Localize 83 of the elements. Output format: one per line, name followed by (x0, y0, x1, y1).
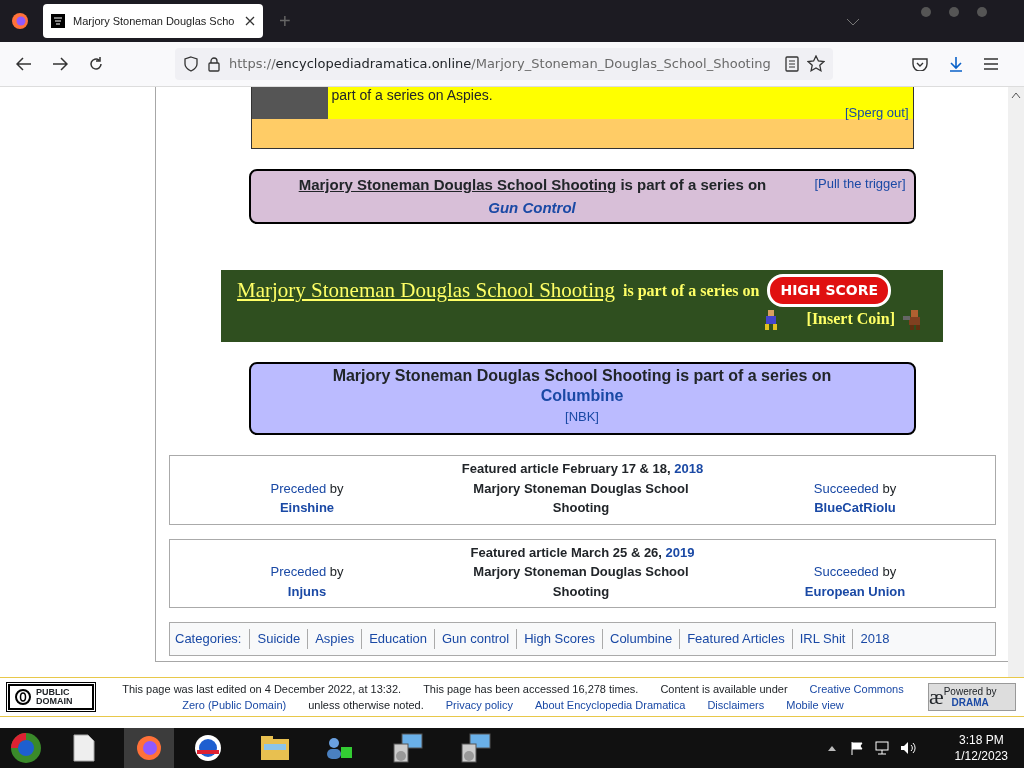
insert-coin-link[interactable]: [Insert Coin] (806, 307, 895, 331)
columbine-link[interactable]: Columbine (540, 387, 624, 404)
nav-label-link[interactable]: Preceded (270, 480, 327, 496)
article-title: Marjory Stoneman Douglas School Shooting (473, 564, 689, 599)
taskbar-clock[interactable]: 3:18 PM 1/12/2023 (954, 732, 1008, 764)
category-link[interactable]: Aspies (307, 629, 362, 649)
people-icon[interactable] (324, 735, 354, 761)
year-link[interactable]: 2018 (674, 461, 704, 476)
lock-icon[interactable] (207, 56, 221, 72)
category-link[interactable]: IRL Shit (791, 629, 853, 649)
series-heading: Marjory Stoneman Douglas School Shooting is part of a series on (331, 366, 833, 386)
series-text: part of a series on Aspies. (331, 87, 494, 103)
footer-link[interactable]: Zero (Public Domain) (182, 697, 287, 714)
footer-link[interactable]: About Encyclopedia Dramatica (535, 697, 686, 714)
article-link[interactable]: Injuns (287, 583, 327, 599)
nav-label-link[interactable]: Succeeded (813, 564, 879, 579)
year-link[interactable]: 2019 (665, 544, 695, 560)
network-icon[interactable] (874, 741, 890, 755)
star-icon[interactable] (807, 55, 825, 73)
series-link[interactable]: [NBK] (565, 409, 599, 424)
category-link[interactable]: 2018 (852, 629, 897, 649)
by-text: by (882, 480, 897, 496)
chevron-down-icon[interactable] (845, 18, 860, 26)
by-text: by (882, 564, 897, 579)
folder-icon[interactable] (260, 735, 290, 761)
footer-link[interactable]: Mobile view (786, 697, 844, 714)
high-score-logo[interactable]: HIGH SCORE (767, 274, 892, 307)
featured-heading: Featured article March 25 & 26, (470, 544, 662, 560)
by-text: by (329, 480, 344, 496)
category-link[interactable]: Columbine (602, 629, 680, 649)
site-favicon-icon (51, 14, 65, 28)
browser-logo-icon (136, 735, 162, 761)
footer-text: Content is available under (660, 681, 788, 697)
scroll-up-icon[interactable] (1011, 91, 1021, 99)
footer-link[interactable]: Disclaimers (707, 697, 765, 714)
article-link[interactable]: European Union (804, 583, 906, 599)
public-domain-badge[interactable]: PUBLIC DOMAIN (8, 684, 94, 710)
footer-link[interactable]: Creative Commons (809, 680, 904, 697)
speaker-icon[interactable] (900, 741, 916, 755)
back-icon[interactable] (16, 57, 32, 71)
footer-text: unless otherwise noted. (308, 698, 424, 713)
featured-heading: Featured article February 17 & 18, (461, 461, 671, 476)
category-link[interactable]: High Scores (516, 629, 602, 649)
article-link[interactable]: Marjory Stoneman Douglas School Shooting (237, 274, 615, 307)
gun-control-link[interactable]: Gun Control (488, 198, 576, 216)
flag-icon[interactable] (850, 741, 864, 755)
category-link[interactable]: Featured Articles (679, 629, 792, 649)
shield-icon[interactable] (183, 56, 199, 72)
article-link[interactable]: BlueCatRiolu (814, 500, 896, 515)
menu-icon[interactable] (984, 58, 998, 70)
address-bar[interactable]: https://encyclopediadramatica.online/Marjory_Stoneman_Douglas_School_Shooting (175, 48, 833, 80)
forward-icon[interactable] (52, 57, 68, 71)
pocket-icon[interactable] (912, 57, 928, 71)
article-title: Marjory Stoneman Douglas School Shooting (473, 480, 689, 515)
reader-view-icon[interactable] (785, 56, 799, 72)
article-link[interactable]: Marjory Stoneman Douglas School Shooting (298, 176, 617, 193)
category-link[interactable]: Education (361, 629, 434, 649)
close-icon[interactable] (245, 16, 255, 26)
chevron-up-icon[interactable] (828, 745, 836, 751)
categories-link[interactable]: Categories: (175, 629, 250, 649)
series-heading: Marjory Stoneman Douglas School Shooting is part of a series on (297, 175, 768, 195)
nav-label-link[interactable]: Succeeded (813, 480, 879, 496)
by-text: by (329, 564, 344, 579)
installer-icon[interactable] (460, 732, 492, 764)
browser-taskbar-button[interactable] (124, 728, 174, 768)
circle-logo-icon[interactable] (194, 734, 222, 762)
download-icon[interactable] (948, 56, 964, 72)
browser-logo-icon[interactable] (11, 12, 29, 30)
footer-link[interactable]: Privacy policy (445, 697, 513, 714)
footer-text: This page was last edited on 4 December 2022, at 13:32. (122, 681, 402, 697)
series-link[interactable]: [Pull the trigger] (814, 174, 906, 197)
browser-tab[interactable]: Marjory Stoneman Douglas Scho (43, 4, 263, 38)
start-orb-icon[interactable] (10, 732, 42, 764)
reload-icon[interactable] (88, 56, 104, 72)
installer-icon[interactable] (392, 732, 424, 764)
footer-text: This page has been accessed 16,278 times. (423, 681, 639, 697)
article-link[interactable]: Einshine (279, 500, 335, 515)
sperg-out-link[interactable]: [Sperg out] (844, 103, 909, 123)
file-icon[interactable] (72, 734, 96, 762)
category-link[interactable]: Gun control (434, 629, 517, 649)
series-text: is part of a series on (623, 280, 760, 302)
category-link[interactable]: Suicide (249, 629, 308, 649)
nav-label-link[interactable]: Preceded (270, 564, 327, 579)
